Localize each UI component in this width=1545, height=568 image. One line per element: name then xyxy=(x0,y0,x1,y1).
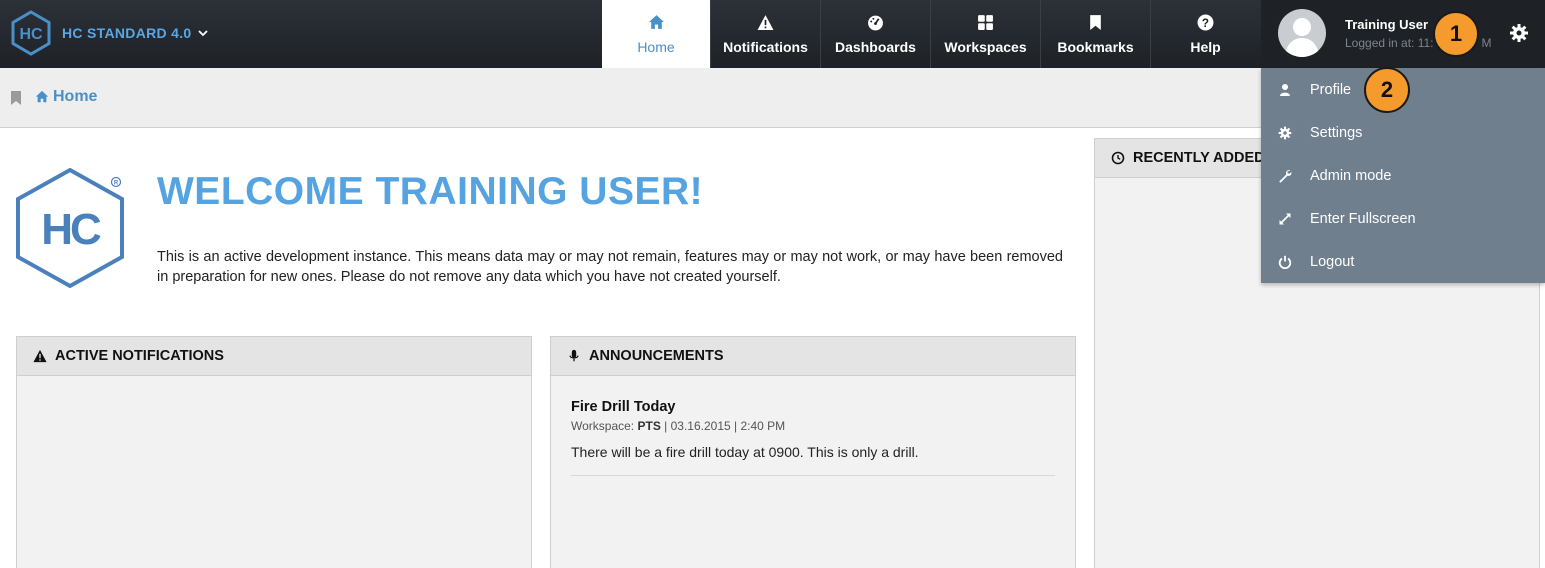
welcome-message: This is an active development instance. … xyxy=(157,249,1063,285)
svg-text:R: R xyxy=(114,181,119,187)
bookmark-icon xyxy=(1090,14,1101,30)
menu-item-label: Admin mode xyxy=(1310,167,1392,184)
menu-item-admin-mode[interactable]: Admin mode xyxy=(1261,154,1545,197)
announcement-item[interactable]: Fire Drill Today Workspace: PTS | 03.16.… xyxy=(551,376,1075,476)
brand-name: HC STANDARD 4.0 xyxy=(62,25,192,41)
tab-workspaces[interactable]: Workspaces xyxy=(930,0,1040,68)
tab-help-label: Help xyxy=(1190,38,1221,55)
home-icon xyxy=(648,14,664,29)
tab-notifications-label: Notifications xyxy=(723,38,808,55)
warning-icon xyxy=(757,14,774,30)
menu-item-label: Settings xyxy=(1310,124,1363,141)
wrench-icon xyxy=(1279,169,1292,183)
user-icon xyxy=(1280,83,1290,96)
login-status-text: Logged in at: 11: xyxy=(1345,36,1434,50)
chevron-down-icon xyxy=(198,30,209,37)
page-title: WELCOME TRAINING USER! xyxy=(157,170,704,213)
question-icon: ? xyxy=(1197,14,1214,30)
tab-home[interactable]: Home xyxy=(602,0,710,68)
announcement-title: Fire Drill Today xyxy=(571,399,676,415)
menu-item-fullscreen[interactable]: Enter Fullscreen xyxy=(1261,197,1545,240)
svg-text:?: ? xyxy=(1202,16,1209,29)
power-icon xyxy=(1278,255,1292,269)
login-status-suffix: M xyxy=(1481,36,1492,50)
tab-notifications[interactable]: Notifications xyxy=(710,0,820,68)
panel-header: ANNOUNCEMENTS xyxy=(551,337,1075,376)
gear-icon xyxy=(1278,126,1292,139)
callout-badge-1: 1 xyxy=(1433,11,1479,57)
main-nav-tabs: Home Notifications Dashboards Workspaces… xyxy=(602,0,1260,68)
gear-icon[interactable] xyxy=(1509,23,1529,43)
clock-icon xyxy=(1111,151,1125,165)
hc-logo-icon: HC xyxy=(11,10,51,56)
menu-item-label: Profile xyxy=(1310,81,1352,98)
panel-title: ACTIVE NOTIFICATIONS xyxy=(55,348,224,364)
warning-icon xyxy=(33,349,47,363)
workspace-label: Workspace: xyxy=(571,419,635,433)
callout-badge-2: 2 xyxy=(1364,67,1410,113)
panel-header: ACTIVE NOTIFICATIONS xyxy=(17,337,531,376)
tab-bookmarks[interactable]: Bookmarks xyxy=(1040,0,1150,68)
brand-menu[interactable]: HC HC STANDARD 4.0 xyxy=(10,10,209,56)
panel-title: ANNOUNCEMENTS xyxy=(589,348,724,364)
workspace-name: PTS xyxy=(637,419,661,433)
user-menu[interactable]: Training User Logged in at: 11: M xyxy=(1261,0,1545,68)
top-navbar: HC HC STANDARD 4.0 Home Notifications Da… xyxy=(0,0,1545,68)
panel-title: RECENTLY ADDED xyxy=(1133,150,1265,166)
menu-item-settings[interactable]: Settings xyxy=(1261,111,1545,154)
svg-text:HC: HC xyxy=(41,205,101,254)
home-icon xyxy=(35,90,49,103)
tab-help[interactable]: ? Help xyxy=(1150,0,1260,68)
tab-dashboards[interactable]: Dashboards xyxy=(820,0,930,68)
announcement-body: There will be a fire drill today at 0900… xyxy=(571,444,1055,476)
bookmark-icon[interactable] xyxy=(10,91,22,105)
tab-workspaces-label: Workspaces xyxy=(944,38,1027,55)
svg-text:HC: HC xyxy=(19,26,43,43)
menu-item-label: Enter Fullscreen xyxy=(1310,210,1416,227)
breadcrumb-home-link[interactable]: Home xyxy=(53,88,97,106)
tab-dashboards-label: Dashboards xyxy=(835,38,916,55)
announcements-panel: ANNOUNCEMENTS Fire Drill Today Workspace… xyxy=(550,336,1076,568)
user-avatar-icon xyxy=(1285,18,1319,57)
expand-icon xyxy=(1279,213,1291,224)
active-notifications-panel: ACTIVE NOTIFICATIONS xyxy=(16,336,532,568)
dashboard-icon xyxy=(868,15,883,30)
avatar[interactable] xyxy=(1278,9,1326,57)
menu-item-logout[interactable]: Logout xyxy=(1261,240,1545,283)
announcement-meta: Workspace: PTS | 03.16.2015 | 2:40 PM xyxy=(571,419,1055,433)
announcement-date: | 03.16.2015 | 2:40 PM xyxy=(664,419,786,433)
menu-item-label: Logout xyxy=(1310,253,1355,270)
user-name: Training User xyxy=(1345,17,1429,32)
tab-home-label: Home xyxy=(637,38,675,55)
grid-icon xyxy=(978,14,993,30)
microphone-icon xyxy=(569,349,579,362)
tab-bookmarks-label: Bookmarks xyxy=(1057,38,1134,55)
hc-logo-icon: HC R xyxy=(16,167,124,289)
